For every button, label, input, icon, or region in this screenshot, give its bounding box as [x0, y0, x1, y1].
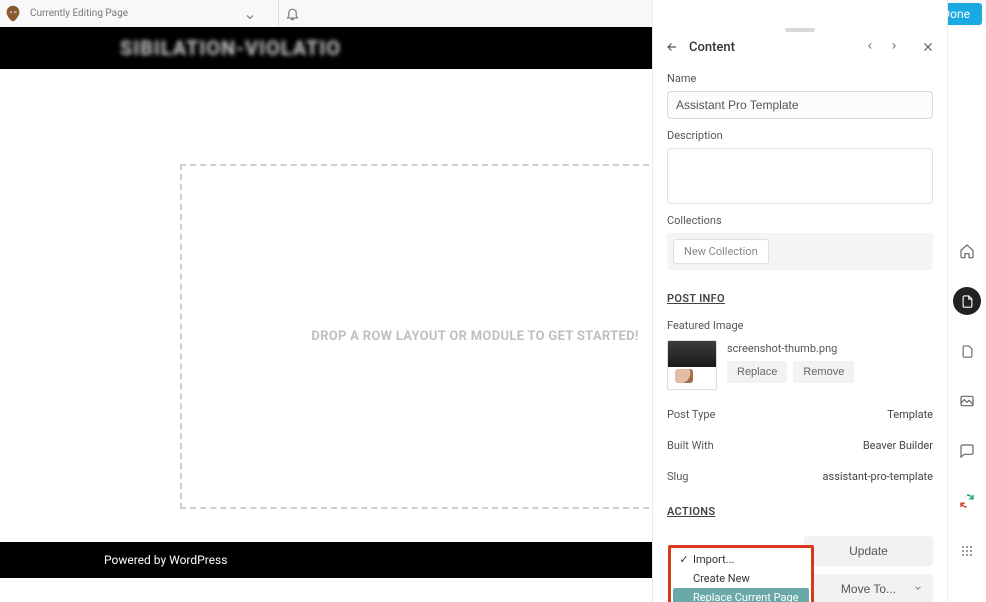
notifications-button[interactable]: [279, 0, 305, 27]
collections-input[interactable]: New Collection: [667, 233, 933, 270]
home-icon[interactable]: [953, 237, 981, 265]
replace-image-button[interactable]: Replace: [727, 361, 787, 383]
post-type-value: Template: [887, 408, 933, 421]
content-panel: Content Name Description Collections New…: [652, 0, 948, 602]
image-icon[interactable]: [953, 387, 981, 415]
panel-header: Content: [653, 34, 947, 60]
checkmark-icon: ✓: [679, 553, 689, 566]
page-icon[interactable]: [953, 287, 981, 315]
move-to-button[interactable]: Move To...: [804, 574, 933, 602]
update-button[interactable]: Update: [804, 536, 933, 566]
editing-title: Currently Editing Page: [26, 8, 134, 20]
panel-drag-handle[interactable]: [653, 27, 947, 33]
import-option-create-new[interactable]: Create New: [673, 569, 809, 588]
collections-label: Collections: [667, 214, 933, 227]
post-info-heading: POST INFO: [667, 292, 933, 305]
back-button[interactable]: [665, 40, 679, 54]
footer-text: Powered by WordPress: [104, 553, 227, 567]
built-with-label: Built With: [667, 439, 714, 452]
actions-heading: ACTIONS: [667, 505, 933, 518]
featured-image-filename: screenshot-thumb.png: [727, 340, 854, 355]
new-collection-chip[interactable]: New Collection: [673, 239, 769, 264]
built-with-row: Built With Beaver Builder: [667, 439, 933, 452]
app-logo: [0, 0, 26, 27]
description-label: Description: [667, 129, 933, 142]
sync-icon[interactable]: [953, 487, 981, 515]
description-input[interactable]: [667, 148, 933, 204]
remove-image-button[interactable]: Remove: [793, 361, 854, 383]
panel-body: Name Description Collections New Collect…: [653, 62, 947, 602]
post-type-label: Post Type: [667, 408, 715, 421]
slug-row: Slug assistant-pro-template: [667, 470, 933, 483]
post-type-row: Post Type Template: [667, 408, 933, 421]
name-input[interactable]: [667, 91, 933, 119]
import-dropdown-menu: ✓ Import... Create New Replace Current P…: [668, 545, 814, 602]
page-switcher[interactable]: [244, 0, 274, 27]
panel-title: Content: [689, 40, 735, 55]
built-with-value: Beaver Builder: [863, 439, 933, 452]
slug-value: assistant-pro-template: [823, 470, 933, 483]
featured-image-thumb[interactable]: [667, 340, 717, 390]
apps-icon[interactable]: [953, 537, 981, 565]
close-button[interactable]: [921, 40, 935, 54]
import-option-replace-current[interactable]: Replace Current Page: [673, 588, 809, 602]
name-label: Name: [667, 72, 933, 85]
next-button[interactable]: [889, 40, 899, 54]
dropzone-message: DROP A ROW LAYOUT OR MODULE TO GET START…: [311, 329, 638, 344]
prev-button[interactable]: [865, 40, 875, 54]
right-rail: [947, 27, 986, 602]
page-header-blurred-title: SIBILATION-VIOLATIO: [120, 36, 341, 60]
import-option-import[interactable]: ✓ Import...: [673, 550, 809, 569]
comment-icon[interactable]: [953, 437, 981, 465]
editing-eyebrow: Currently Editing Page: [30, 8, 128, 20]
chevron-down-icon: [913, 582, 923, 596]
slug-label: Slug: [667, 470, 688, 483]
featured-image-row: screenshot-thumb.png Replace Remove: [667, 340, 933, 390]
file-icon[interactable]: [953, 337, 981, 365]
featured-image-label: Featured Image: [667, 319, 933, 332]
